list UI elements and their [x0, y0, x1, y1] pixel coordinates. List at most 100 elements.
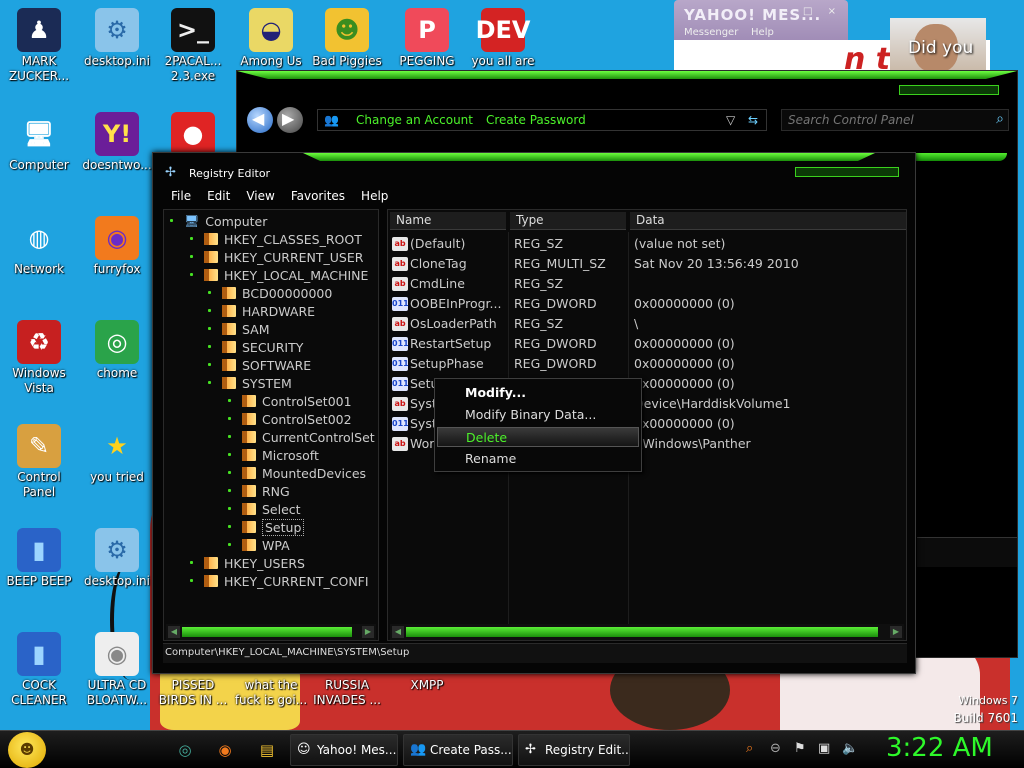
tree-node[interactable]: BCD00000000 — [208, 284, 332, 302]
tree-node[interactable]: SECURITY — [208, 338, 303, 356]
taskbar-button-registry[interactable]: ✢ Registry Edit... — [518, 734, 630, 766]
table-row[interactable]: ab (Default) REG_SZ (value not set) — [388, 234, 906, 254]
tree-node[interactable]: CurrentControlSet — [228, 428, 375, 446]
tree-node[interactable]: RNG — [228, 482, 290, 500]
tree-expander-icon[interactable] — [228, 489, 231, 492]
desktop-icon[interactable]: ⚙ desktop.ini — [80, 8, 154, 69]
search-input[interactable] — [788, 112, 984, 128]
network-tray-icon[interactable]: ▣ — [818, 741, 830, 756]
yahoo-window-controls[interactable]: – □ × — [783, 6, 842, 17]
desktop-icon[interactable]: DEV you all are — [466, 8, 540, 69]
tree-node[interactable]: SOFTWARE — [208, 356, 311, 374]
registry-title-bar[interactable]: ✢ Registry Editor — [153, 153, 915, 185]
refresh-icon[interactable]: ⇆ — [748, 113, 758, 127]
menu-item-modify[interactable]: Modify... — [437, 383, 639, 403]
menu-edit[interactable]: Edit — [199, 187, 238, 207]
tree-expander-icon[interactable] — [190, 237, 193, 240]
menu-item-delete[interactable]: Delete — [437, 427, 639, 447]
tree-node[interactable]: HARDWARE — [208, 302, 315, 320]
desktop-icon[interactable]: ◎ chome — [80, 320, 154, 381]
tree-node[interactable]: HKEY_CLASSES_ROOT — [190, 230, 362, 248]
tree-expander-icon[interactable] — [228, 417, 231, 420]
tree-expander-icon[interactable] — [228, 435, 231, 438]
tree-expander-icon[interactable] — [190, 579, 193, 582]
yahoo-messenger-label[interactable]: Messenger — [684, 27, 738, 38]
key-tree-pane[interactable]: 🖥 Computer HKEY_CLASSES_ROOT HKEY_CURRENT_U… — [163, 209, 379, 641]
table-row[interactable]: ab OsLoaderPath REG_SZ \ — [388, 314, 906, 334]
menu-item-modify-binary[interactable]: Modify Binary Data... — [437, 405, 639, 425]
desktop-icon[interactable]: Y! doesntwo... — [80, 112, 154, 173]
back-button[interactable]: ◀ — [247, 107, 273, 133]
firefox-pinned-icon[interactable]: ◉ — [214, 739, 236, 761]
tree-expander-icon[interactable] — [228, 543, 231, 546]
tree-node[interactable]: ControlSet002 — [228, 410, 352, 428]
tree-expander-icon[interactable] — [170, 219, 173, 222]
scroll-right-icon[interactable]: ▶ — [890, 626, 902, 638]
menu-help[interactable]: Help — [353, 187, 396, 207]
tree-node[interactable]: HKEY_CURRENT_USER — [190, 248, 363, 266]
list-hscrollbar[interactable]: ◀ ▶ — [390, 624, 904, 640]
tree-node[interactable]: WPA — [228, 536, 290, 554]
tree-node[interactable]: SAM — [208, 320, 270, 338]
tree-node[interactable]: 🖥 Computer — [170, 212, 267, 230]
table-row[interactable]: ab CloneTag REG_MULTI_SZ Sat Nov 20 13:56:4… — [388, 254, 906, 274]
volume-icon[interactable]: 🔈 — [842, 741, 858, 756]
column-header-name[interactable]: Name — [390, 212, 506, 230]
list-scroll-thumb[interactable] — [406, 627, 878, 637]
search-box[interactable]: ⌕ — [781, 109, 1009, 131]
desktop-icon[interactable]: 🖥 Computer — [2, 112, 76, 173]
tree-node[interactable]: Microsoft — [228, 446, 319, 464]
desktop-icon[interactable]: ◍ Network — [2, 216, 76, 277]
tree-hscrollbar[interactable]: ◀ ▶ — [166, 624, 376, 640]
tree-expander-icon[interactable] — [228, 453, 231, 456]
menu-file[interactable]: File — [163, 187, 199, 207]
desktop-icon[interactable]: ✎ Control Panel — [2, 424, 76, 500]
desktop-icon[interactable]: ★ you tried — [80, 424, 154, 485]
tree-expander-icon[interactable] — [190, 561, 193, 564]
scroll-left-icon[interactable]: ◀ — [392, 626, 404, 638]
search-tray-icon[interactable]: ⌕ — [746, 741, 753, 756]
desktop-icon[interactable]: ◒ Among Us — [234, 8, 308, 69]
desktop-icon[interactable]: ◉ furryfox — [80, 216, 154, 277]
tree-expander-icon[interactable] — [228, 525, 231, 528]
link-change-account[interactable]: Change an Account — [356, 113, 473, 127]
tree-expander-icon[interactable] — [208, 309, 211, 312]
chevron-down-icon[interactable]: ▽ — [726, 113, 735, 127]
context-menu[interactable]: Modify... Modify Binary Data... Delete R… — [434, 378, 642, 472]
desktop-icon[interactable]: ▮ BEEP BEEP — [2, 528, 76, 589]
scroll-right-icon[interactable]: ▶ — [362, 626, 374, 638]
yahoo-help-label[interactable]: Help — [751, 27, 774, 38]
search-icon[interactable]: ⌕ — [996, 111, 1004, 127]
taskbar-button-yahoo[interactable]: ☺ Yahoo! Mes... — [290, 734, 398, 766]
menu-view[interactable]: View — [238, 187, 282, 207]
tree-expander-icon[interactable] — [190, 273, 193, 276]
control-panel-window-controls[interactable] — [899, 85, 999, 95]
minus-tray-icon[interactable]: ⊖ — [770, 741, 781, 756]
tree-expander-icon[interactable] — [208, 291, 211, 294]
tree-node[interactable]: HKEY_CURRENT_CONFI — [190, 572, 369, 590]
tree-expander-icon[interactable] — [190, 255, 193, 258]
tree-expander-icon[interactable] — [228, 471, 231, 474]
table-row[interactable]: 011 OOBEInProgr... REG_DWORD 0x00000000 (0) — [388, 294, 906, 314]
column-header-type[interactable]: Type — [510, 212, 626, 230]
chrome-pinned-icon[interactable]: ◎ — [174, 739, 196, 761]
table-row[interactable]: 011 RestartSetup REG_DWORD 0x00000000 (0) — [388, 334, 906, 354]
action-center-flag-icon[interactable]: ⚑ — [794, 741, 806, 756]
tree-expander-icon[interactable] — [208, 363, 211, 366]
tree-expander-icon[interactable] — [208, 381, 211, 384]
tree-node[interactable]: ControlSet001 — [228, 392, 352, 410]
tree-node[interactable]: Setup — [228, 518, 305, 536]
menu-favorites[interactable]: Favorites — [283, 187, 353, 207]
start-button[interactable]: ☻ — [8, 732, 46, 768]
tree-expander-icon[interactable] — [228, 399, 231, 402]
tree-expander-icon[interactable] — [208, 327, 211, 330]
menu-item-rename[interactable]: Rename — [437, 449, 639, 469]
clock[interactable]: 3:22 AM — [886, 733, 993, 763]
desktop-icon[interactable]: ♟ MARK ZUCKER... — [2, 8, 76, 84]
desktop-icon[interactable]: ⚙ desktop.ini — [80, 528, 154, 589]
link-create-password[interactable]: Create Password — [486, 113, 586, 127]
tree-node[interactable]: HKEY_USERS — [190, 554, 305, 572]
forward-button[interactable]: ▶ — [277, 107, 303, 133]
tree-node[interactable]: HKEY_LOCAL_MACHINE — [190, 266, 368, 284]
desktop-icon[interactable]: ♻ Windows Vista — [2, 320, 76, 396]
